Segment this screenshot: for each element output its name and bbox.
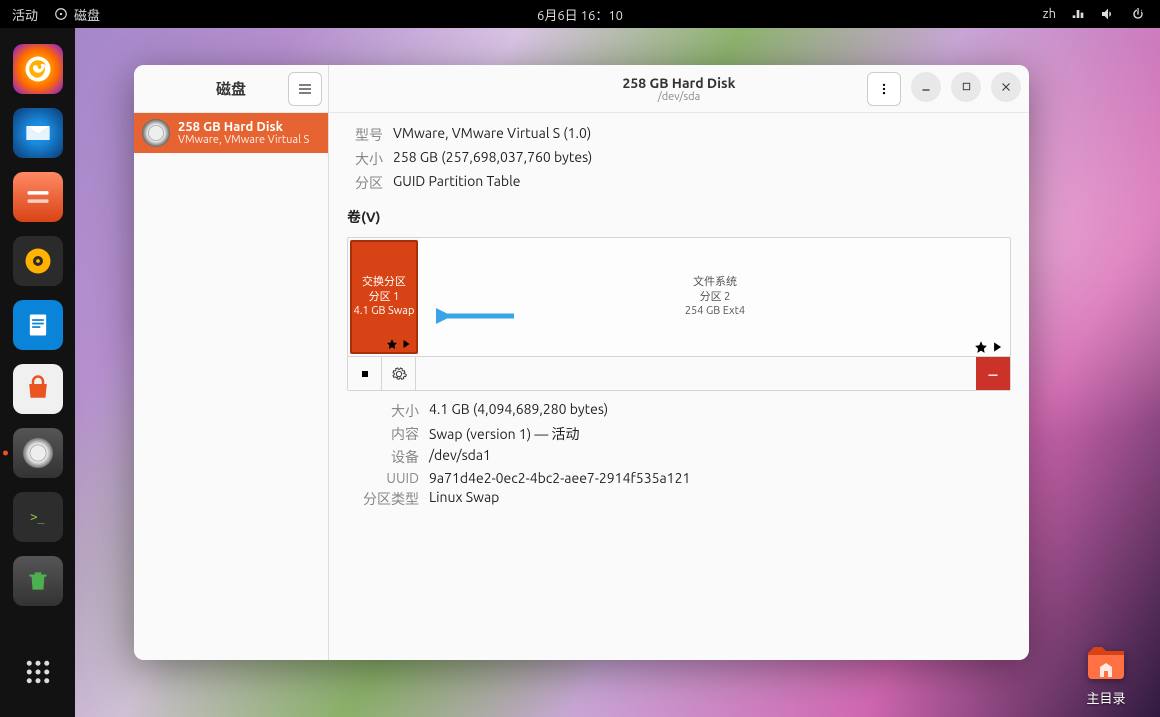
dock-show-apps[interactable] bbox=[13, 647, 63, 697]
desktop-home-folder[interactable]: 主目录 bbox=[1080, 637, 1132, 707]
app-menu[interactable]: 磁盘 bbox=[54, 5, 100, 24]
disk-icon bbox=[54, 7, 68, 21]
content-area: 型号 VMware, VMware Virtual S (1.0) 大小 258… bbox=[329, 113, 1029, 660]
top-bar: 活动 磁盘 6月6日 16：10 zh bbox=[0, 0, 1160, 28]
hamburger-menu-button[interactable] bbox=[288, 72, 322, 106]
partition-2-line1: 文件系统 bbox=[693, 275, 737, 290]
dock-files[interactable] bbox=[13, 172, 63, 222]
play-icon bbox=[400, 338, 412, 350]
dock: >_ bbox=[0, 28, 75, 717]
detail-size-value: 4.1 GB (4,094,689,280 bytes) bbox=[429, 401, 1011, 421]
partitioning-value: GUID Partition Table bbox=[393, 173, 1011, 193]
size-value: 258 GB (257,698,037,760 bytes) bbox=[393, 149, 1011, 169]
close-icon bbox=[1000, 81, 1012, 93]
hamburger-icon bbox=[297, 81, 313, 97]
input-method-indicator[interactable]: zh bbox=[1043, 7, 1056, 21]
app-menu-label: 磁盘 bbox=[74, 5, 100, 24]
network-icon[interactable] bbox=[1070, 6, 1086, 22]
detail-type-value: Linux Swap bbox=[429, 489, 1011, 509]
close-button[interactable] bbox=[991, 72, 1021, 102]
minimize-button[interactable] bbox=[911, 72, 941, 102]
dock-libreoffice[interactable] bbox=[13, 300, 63, 350]
partition-toolbar: − bbox=[348, 356, 1010, 390]
detail-content-label: 内容 bbox=[347, 424, 419, 444]
gear-icon bbox=[391, 366, 407, 382]
dock-rhythmbox[interactable] bbox=[13, 236, 63, 286]
activities-button[interactable]: 活动 bbox=[12, 5, 38, 24]
partition-1-line3: 4.1 GB Swap bbox=[354, 304, 415, 319]
detail-device-value: /dev/sda1 bbox=[429, 447, 1011, 467]
maximize-icon bbox=[961, 81, 972, 92]
dock-terminal[interactable]: >_ bbox=[13, 492, 63, 542]
partition-1-line2: 分区 1 bbox=[369, 290, 400, 305]
dock-thunderbird[interactable] bbox=[13, 108, 63, 158]
partition-1-line1: 交换分区 bbox=[362, 275, 406, 290]
dock-software[interactable] bbox=[13, 364, 63, 414]
partition-map: 交换分区 分区 1 4.1 GB Swap 文件系统 分区 2 254 GB E… bbox=[347, 237, 1011, 391]
annotation-arrow-icon bbox=[436, 308, 516, 324]
disk-icon bbox=[142, 119, 170, 147]
detail-content-value: Swap (version 1) — 活动 bbox=[429, 424, 1011, 444]
partition-1[interactable]: 交换分区 分区 1 4.1 GB Swap bbox=[350, 240, 418, 354]
power-icon[interactable] bbox=[1130, 6, 1146, 22]
kebab-icon bbox=[877, 82, 891, 96]
desktop-home-label: 主目录 bbox=[1080, 688, 1132, 707]
partitioning-label: 分区 bbox=[347, 173, 383, 193]
star-icon bbox=[974, 340, 988, 354]
drive-menu-button[interactable] bbox=[867, 72, 901, 106]
sidebar: 磁盘 258 GB Hard Disk VMware, VMware Virtu… bbox=[134, 65, 329, 660]
sidebar-title: 磁盘 bbox=[216, 78, 246, 99]
sidebar-disk-item[interactable]: 258 GB Hard Disk VMware, VMware Virtual … bbox=[134, 113, 328, 153]
sidebar-disk-title: 258 GB Hard Disk bbox=[178, 120, 309, 134]
titlebar: 258 GB Hard Disk /dev/sda bbox=[329, 65, 1029, 113]
volume-icon[interactable] bbox=[1100, 6, 1116, 22]
detail-device-label: 设备 bbox=[347, 447, 419, 467]
main-pane: 258 GB Hard Disk /dev/sda 型号 VMware, VMw… bbox=[329, 65, 1029, 660]
play-icon bbox=[990, 340, 1004, 354]
clock[interactable]: 6月6日 16：10 bbox=[537, 5, 623, 24]
detail-type-label: 分区类型 bbox=[347, 489, 419, 509]
delete-partition-button[interactable]: − bbox=[976, 357, 1010, 390]
partition-2-line3: 254 GB Ext4 bbox=[685, 304, 745, 319]
volumes-heading: 卷(V) bbox=[347, 207, 1011, 227]
window-title: 258 GB Hard Disk bbox=[623, 75, 736, 91]
partition-settings-button[interactable] bbox=[382, 357, 416, 390]
unmount-button[interactable] bbox=[348, 357, 382, 390]
model-value: VMware, VMware Virtual S (1.0) bbox=[393, 125, 1011, 145]
star-icon bbox=[386, 338, 398, 350]
disks-window: 磁盘 258 GB Hard Disk VMware, VMware Virtu… bbox=[134, 65, 1029, 660]
size-label: 大小 bbox=[347, 149, 383, 169]
dock-firefox[interactable] bbox=[13, 44, 63, 94]
detail-uuid-value: 9a71d4e2-0ec2-4bc2-aee7-2914f535a121 bbox=[429, 470, 1011, 486]
detail-uuid-label: UUID bbox=[347, 470, 419, 486]
window-subtitle: /dev/sda bbox=[623, 91, 736, 103]
sidebar-disk-subtitle: VMware, VMware Virtual S bbox=[178, 134, 309, 146]
dock-trash[interactable] bbox=[13, 556, 63, 606]
minimize-icon bbox=[920, 81, 932, 93]
partition-2-line2: 分区 2 bbox=[700, 290, 731, 305]
partition-2[interactable]: 文件系统 分区 2 254 GB Ext4 bbox=[420, 238, 1010, 356]
dock-disks[interactable] bbox=[13, 428, 63, 478]
maximize-button[interactable] bbox=[951, 72, 981, 102]
stop-icon bbox=[359, 368, 371, 380]
detail-size-label: 大小 bbox=[347, 401, 419, 421]
model-label: 型号 bbox=[347, 125, 383, 145]
